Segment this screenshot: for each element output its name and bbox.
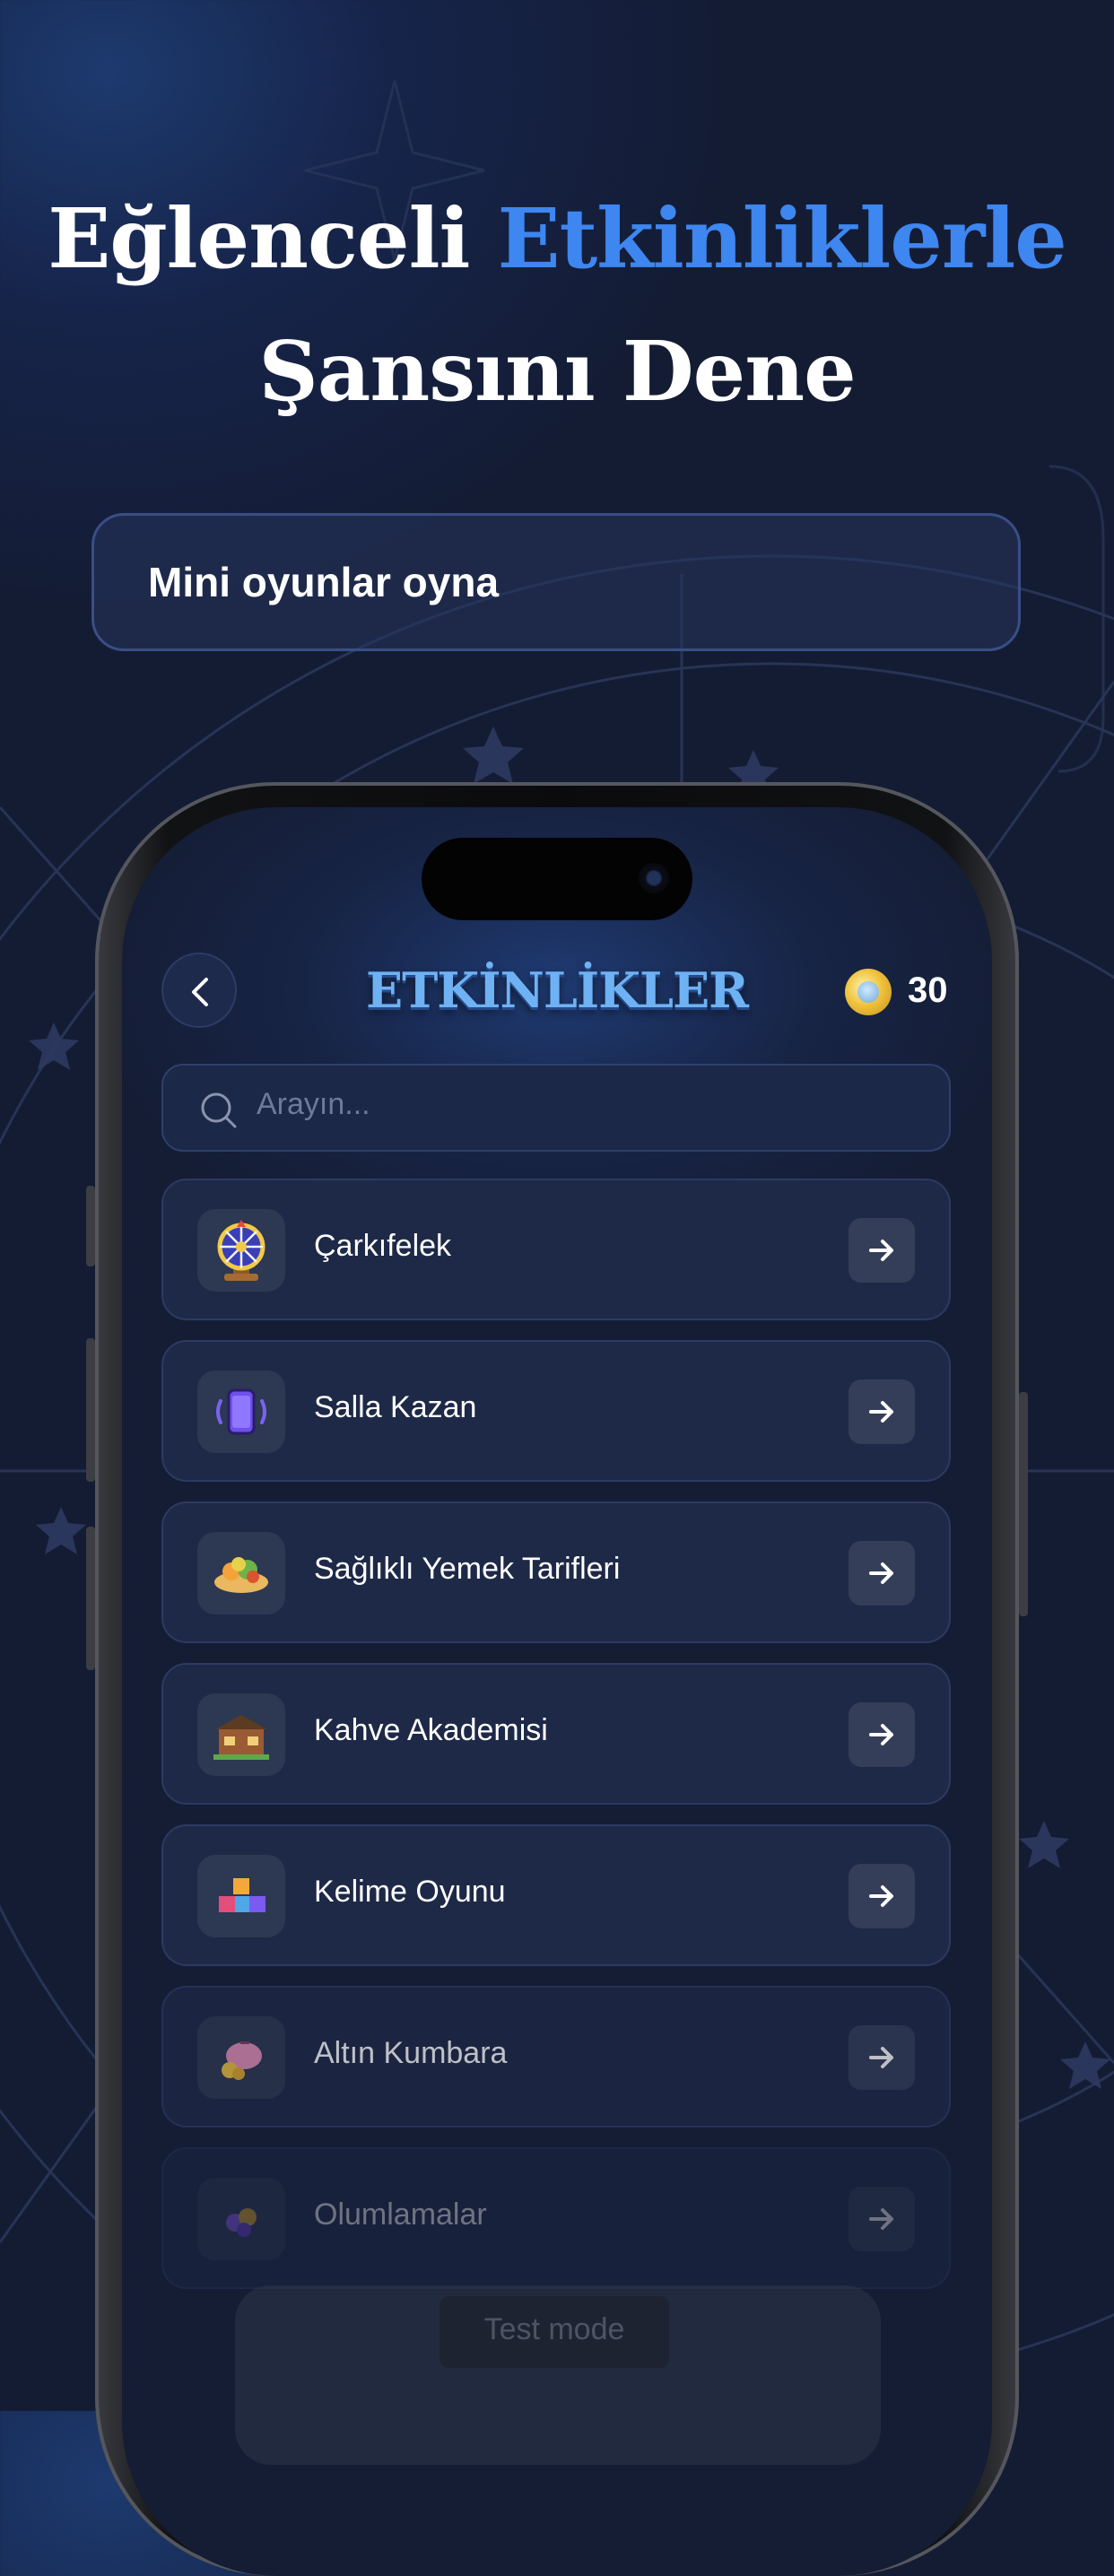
- arrow-right-button[interactable]: [849, 1864, 915, 1928]
- subtitle-pill: Mini oyunlar oyna: [91, 513, 1021, 651]
- list-item-label: Kahve Akademisi: [314, 1713, 548, 1747]
- list-item-label: Olumlamalar: [314, 2197, 487, 2232]
- arrow-right-icon: [869, 1240, 893, 1261]
- arrow-right-button[interactable]: [849, 1541, 915, 1606]
- affirmations-icon: [197, 2178, 285, 2260]
- list-item-kelime-oyunu[interactable]: Kelime Oyunu: [161, 1824, 951, 1966]
- arrow-right-icon: [869, 1885, 893, 1907]
- test-mode-label: Test mode: [483, 2312, 625, 2346]
- headline-line-1: Eğlenceli Etkinliklerle: [0, 190, 1114, 287]
- headline-part-1: Eğlenceli: [48, 190, 470, 287]
- phone-side-button: [86, 1186, 95, 1266]
- list-item-altin-kumbara[interactable]: Altın Kumbara: [161, 1986, 951, 2128]
- arrow-right-icon: [869, 1724, 893, 1745]
- coffee-shop-icon: [197, 1693, 285, 1776]
- headline-line-2: Şansını Dene: [258, 323, 856, 420]
- list-item-label: Çarkıfelek: [314, 1229, 452, 1263]
- list-item-olumlamalar[interactable]: Olumlamalar: [161, 2147, 951, 2289]
- app-screen: ETKİNLİKLER 30 Arayın... Çarkıfelek Sall…: [122, 807, 992, 2576]
- camera-icon: [639, 863, 669, 893]
- search-icon: [201, 1092, 237, 1128]
- phone-mockup: ETKİNLİKLER 30 Arayın... Çarkıfelek Sall…: [86, 782, 1028, 2576]
- list-item-label: Kelime Oyunu: [314, 1875, 506, 1909]
- arrow-right-button[interactable]: [849, 2187, 915, 2251]
- arrow-right-button[interactable]: [849, 1702, 915, 1767]
- healthy-food-icon: [197, 1532, 285, 1614]
- arrow-right-icon: [869, 2208, 893, 2230]
- piggy-bank-icon: [197, 2016, 285, 2099]
- search-placeholder: Arayın...: [257, 1087, 370, 1121]
- headline-accent: Etkinliklerle: [497, 190, 1067, 287]
- arrow-right-icon: [869, 2047, 893, 2068]
- list-item-salla-kazan[interactable]: Salla Kazan: [161, 1340, 951, 1482]
- list-item-label: Altın Kumbara: [314, 2036, 508, 2070]
- list-item-label: Sağlıklı Yemek Tarifleri: [314, 1552, 621, 1586]
- list-item-saglikli-yemek-tarifleri[interactable]: Sağlıklı Yemek Tarifleri: [161, 1501, 951, 1643]
- arrow-right-button[interactable]: [849, 1379, 915, 1444]
- arrow-right-button[interactable]: [849, 2025, 915, 2090]
- phone-volume-down: [86, 1527, 95, 1670]
- phone-power-button: [1019, 1392, 1028, 1616]
- coin-count: 30: [908, 970, 948, 1010]
- list-item-label: Salla Kazan: [314, 1390, 477, 1424]
- wheel-of-fortune-icon: [197, 1209, 285, 1292]
- shake-phone-icon: [197, 1371, 285, 1453]
- phone-volume-up: [86, 1338, 95, 1482]
- list-item-kahve-akademisi[interactable]: Kahve Akademisi: [161, 1663, 951, 1805]
- coin-icon: [845, 969, 892, 1015]
- list-item-carkifelek[interactable]: Çarkıfelek: [161, 1179, 951, 1320]
- dynamic-island: [422, 838, 692, 920]
- arrow-right-icon: [869, 1401, 893, 1423]
- search-input[interactable]: Arayın...: [161, 1064, 951, 1152]
- arrow-right-button[interactable]: [849, 1218, 915, 1283]
- letter-blocks-icon: [197, 1855, 285, 1937]
- arrow-right-icon: [869, 1562, 893, 1584]
